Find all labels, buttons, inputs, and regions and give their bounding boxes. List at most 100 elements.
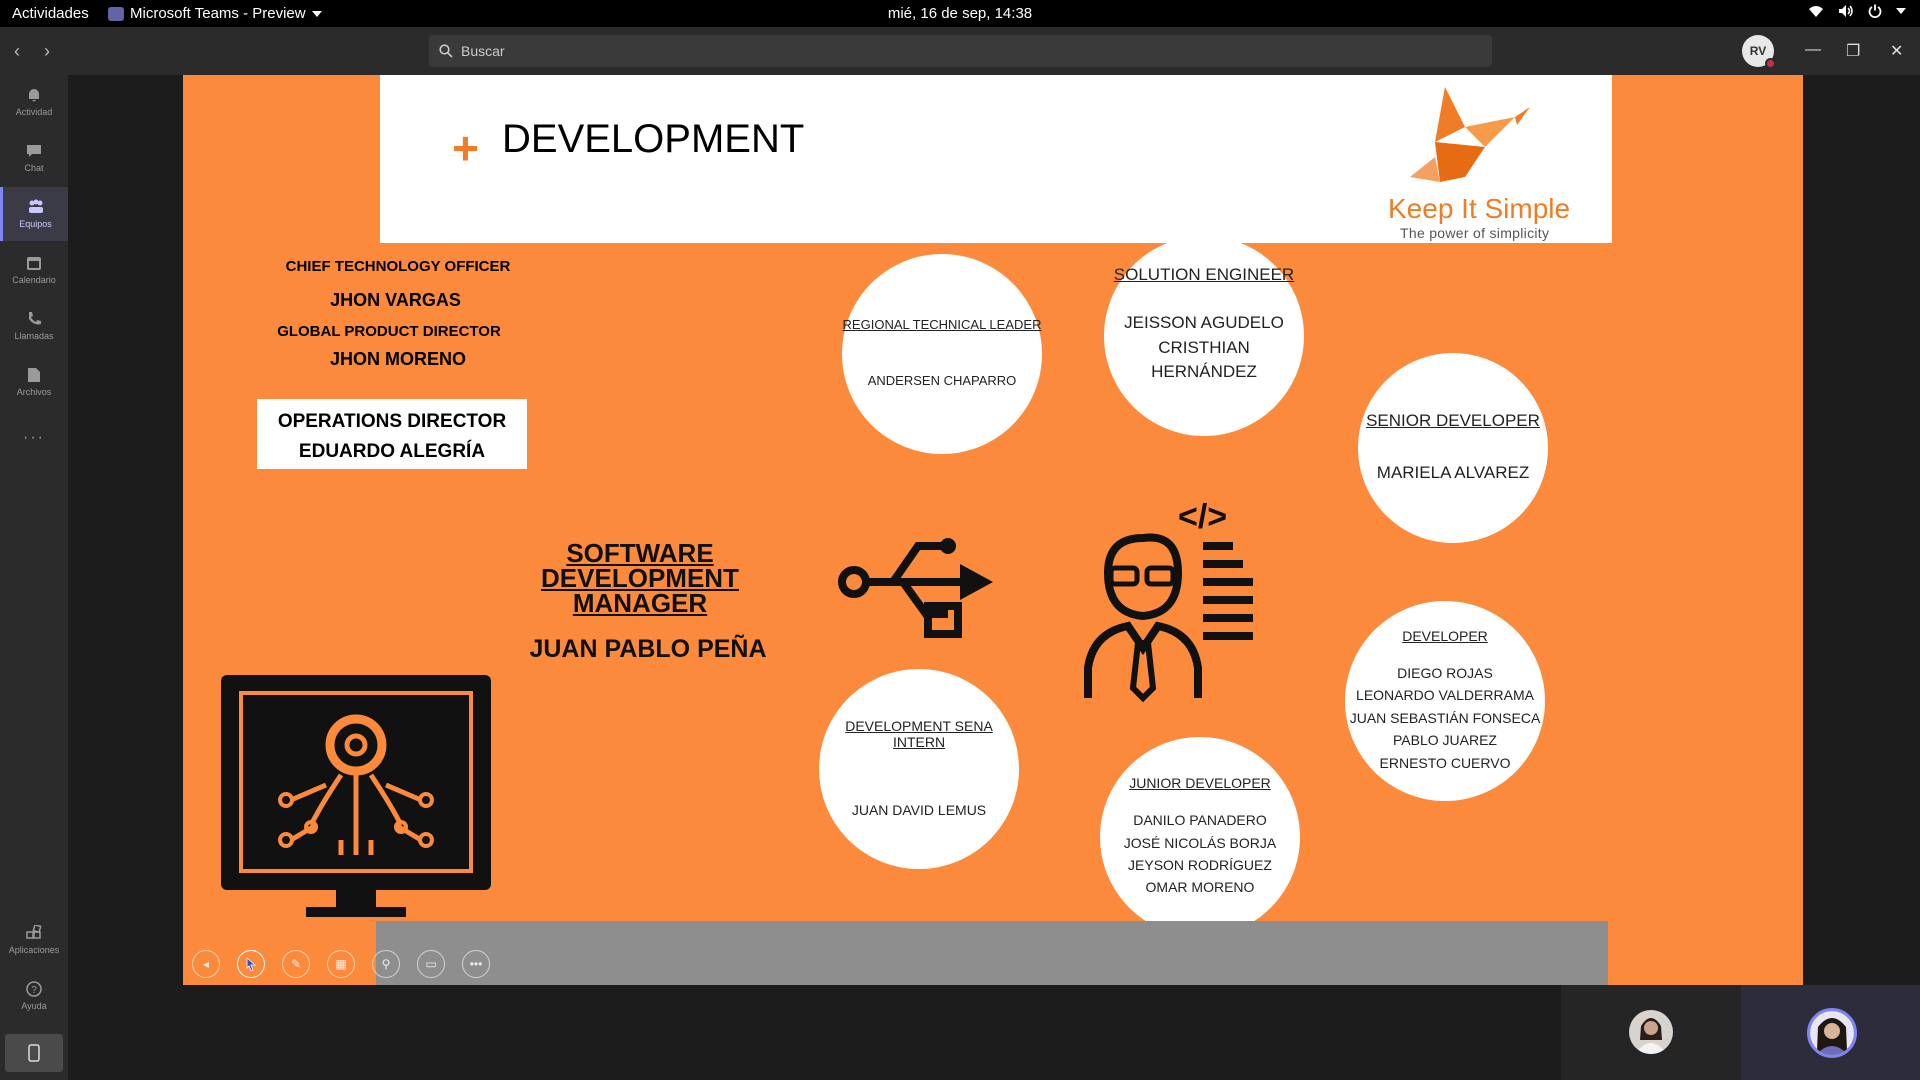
teams-icon (27, 199, 45, 215)
teams-app-icon (108, 6, 124, 21)
restore-icon[interactable]: ❐ (1846, 41, 1860, 61)
participant-avatar (1629, 1010, 1673, 1054)
role-label: REGIONAL TECHNICAL LEADER (842, 317, 1042, 333)
logo-tagline: The power of simplicity (1400, 225, 1550, 241)
ops-role: OPERATIONS DIRECTOR (277, 411, 507, 432)
role-label: SENIOR DEVELOPER (1366, 410, 1540, 430)
participant-tile-self[interactable] (1741, 985, 1920, 1080)
pen-button[interactable]: ✎ (282, 950, 310, 978)
slides-grid-icon: ▦ (335, 957, 347, 971)
power-icon (1868, 4, 1882, 18)
monitor-circuit-icon (221, 675, 491, 917)
names-label: JUAN DAVID LEMUS (851, 801, 987, 818)
names-label: MARIELA ALVAREZ (1376, 462, 1530, 482)
app-bar: Actividad Chat Equipos Calendario Llamad… (0, 75, 68, 1080)
participant-tile[interactable] (1561, 985, 1741, 1080)
presence-busy-icon (1765, 58, 1776, 69)
circle-junior-developer: JUNIOR DEVELOPER DANILO PANADERO JOSÉ NI… (1100, 737, 1300, 937)
help-icon: ? (25, 981, 43, 997)
presentation-slide: + DEVELOPMENT Keep It Simple The power o… (183, 75, 1803, 985)
phone-icon (25, 311, 43, 327)
back-arrow-icon[interactable]: ‹ (14, 41, 20, 62)
zoom-button[interactable]: ⚲ (372, 950, 400, 978)
device-button[interactable] (5, 1034, 63, 1072)
usb-icon (838, 538, 993, 638)
slides-grid-button[interactable]: ▦ (327, 950, 355, 978)
role-label: DEVELOPMENT SENA INTERN (845, 717, 993, 750)
more-icon: ••• (469, 957, 483, 971)
origami-bird-logo-icon (1410, 87, 1530, 182)
activities-button[interactable]: Actividades (12, 5, 89, 22)
rail-label: Archivos (16, 387, 52, 397)
code-tag-icon: </> (1178, 498, 1227, 536)
rail-label: Calendario (12, 275, 56, 285)
rail-label: Ayuda (21, 1001, 47, 1011)
rail-item-teams[interactable]: Equipos (0, 187, 68, 241)
previous-icon: ◂ (202, 957, 210, 971)
circle-senior-developer: SENIOR DEVELOPER MARIELA ALVAREZ (1358, 353, 1548, 543)
apps-icon (25, 925, 43, 941)
file-icon (25, 367, 43, 383)
names-label: ANDERSEN CHAPARRO (867, 373, 1017, 389)
chevron-down-icon (311, 10, 322, 17)
rail-item-calendar[interactable]: Calendario (0, 243, 68, 297)
avatar-initials: RV (1749, 44, 1767, 58)
more-options-button[interactable]: ••• (462, 950, 490, 978)
profile-avatar[interactable]: RV (1742, 35, 1776, 69)
system-top-bar: Actividades Microsoft Teams - Preview mi… (0, 0, 1920, 27)
minimize-icon[interactable]: — (1805, 41, 1821, 59)
calendar-icon (25, 255, 43, 271)
more-icon: ··· (23, 429, 45, 446)
sdm-name: JUAN PABLO PEÑA (529, 635, 767, 663)
circle-development-sena-intern: DEVELOPMENT SENA INTERN JUAN DAVID LEMUS (819, 669, 1019, 869)
circle-developer: DEVELOPER DIEGO ROJAS LEONARDO VALDERRAM… (1345, 601, 1545, 801)
rail-label: Actividad (15, 107, 53, 117)
wifi-icon (1809, 6, 1823, 17)
logo-text: Keep It Simple (1388, 193, 1571, 224)
bell-icon (25, 87, 43, 103)
rail-item-chat[interactable]: Chat (0, 131, 68, 185)
presenter-view-button[interactable]: ▭ (417, 950, 445, 978)
search-icon (439, 44, 453, 58)
cto-role: CHIEF TECHNOLOGY OFFICER (285, 258, 511, 275)
participant-avatar (1807, 1008, 1857, 1058)
zoom-icon: ⚲ (381, 957, 391, 971)
chat-icon (25, 143, 43, 159)
system-tray[interactable] (1808, 4, 1906, 18)
rail-label: Aplicaciones (8, 945, 60, 955)
rail-label: Chat (24, 163, 44, 173)
clock[interactable]: mié, 16 de sep, 14:38 (888, 5, 1032, 22)
previous-slide-button[interactable]: ◂ (192, 950, 220, 978)
slide-header: + DEVELOPMENT Keep It Simple The power o… (380, 75, 1612, 243)
close-icon[interactable]: ✕ (1890, 41, 1903, 61)
search-placeholder: Buscar (461, 43, 505, 59)
rail-item-apps[interactable]: Aplicaciones (0, 913, 68, 967)
names-label: JEISSON AGUDELO CRISTHIAN HERNÁNDEZ (1124, 313, 1284, 382)
rail-item-calls[interactable]: Llamadas (0, 299, 68, 353)
pointer-button[interactable] (237, 950, 265, 978)
rail-item-help[interactable]: ? Ayuda (0, 969, 68, 1023)
developer-person-icon: </> (1084, 498, 1253, 703)
cto-name: JHON VARGAS (330, 290, 461, 310)
role-label: DEVELOPER (1402, 628, 1488, 645)
rail-item-files[interactable]: Archivos (0, 355, 68, 409)
role-label: SOLUTION ENGINEER (1113, 265, 1295, 285)
slide-title: DEVELOPMENT (502, 117, 805, 161)
gpd-name: JHON MORENO (329, 349, 466, 369)
circle-solution-engineer: SOLUTION ENGINEER JEISSON AGUDELO CRISTH… (1104, 236, 1304, 436)
teams-title-bar: ‹ › Buscar RV — ❐ ✕ (0, 27, 1920, 75)
gpd-role: GLOBAL PRODUCT DIRECTOR (277, 323, 501, 340)
svg-text:?: ? (31, 985, 37, 996)
pointer-icon (246, 957, 257, 971)
app-menu-label: Microsoft Teams - Preview (130, 5, 306, 22)
presenter-view-icon: ▭ (425, 957, 437, 971)
more-apps-button[interactable]: ··· (0, 411, 68, 465)
app-menu[interactable]: Microsoft Teams - Preview (108, 5, 322, 22)
volume-icon (1839, 5, 1853, 17)
rail-item-activity[interactable]: Actividad (0, 75, 68, 129)
names-label: DANILO PANADERO JOSÉ NICOLÁS BORJA JEYSO… (1123, 812, 1277, 896)
operations-director-box: OPERATIONS DIRECTOR EDUARDO ALEGRÍA (257, 399, 527, 469)
ops-name: EDUARDO ALEGRÍA (298, 441, 486, 462)
forward-arrow-icon[interactable]: › (44, 41, 50, 62)
search-input[interactable]: Buscar (429, 35, 1492, 67)
